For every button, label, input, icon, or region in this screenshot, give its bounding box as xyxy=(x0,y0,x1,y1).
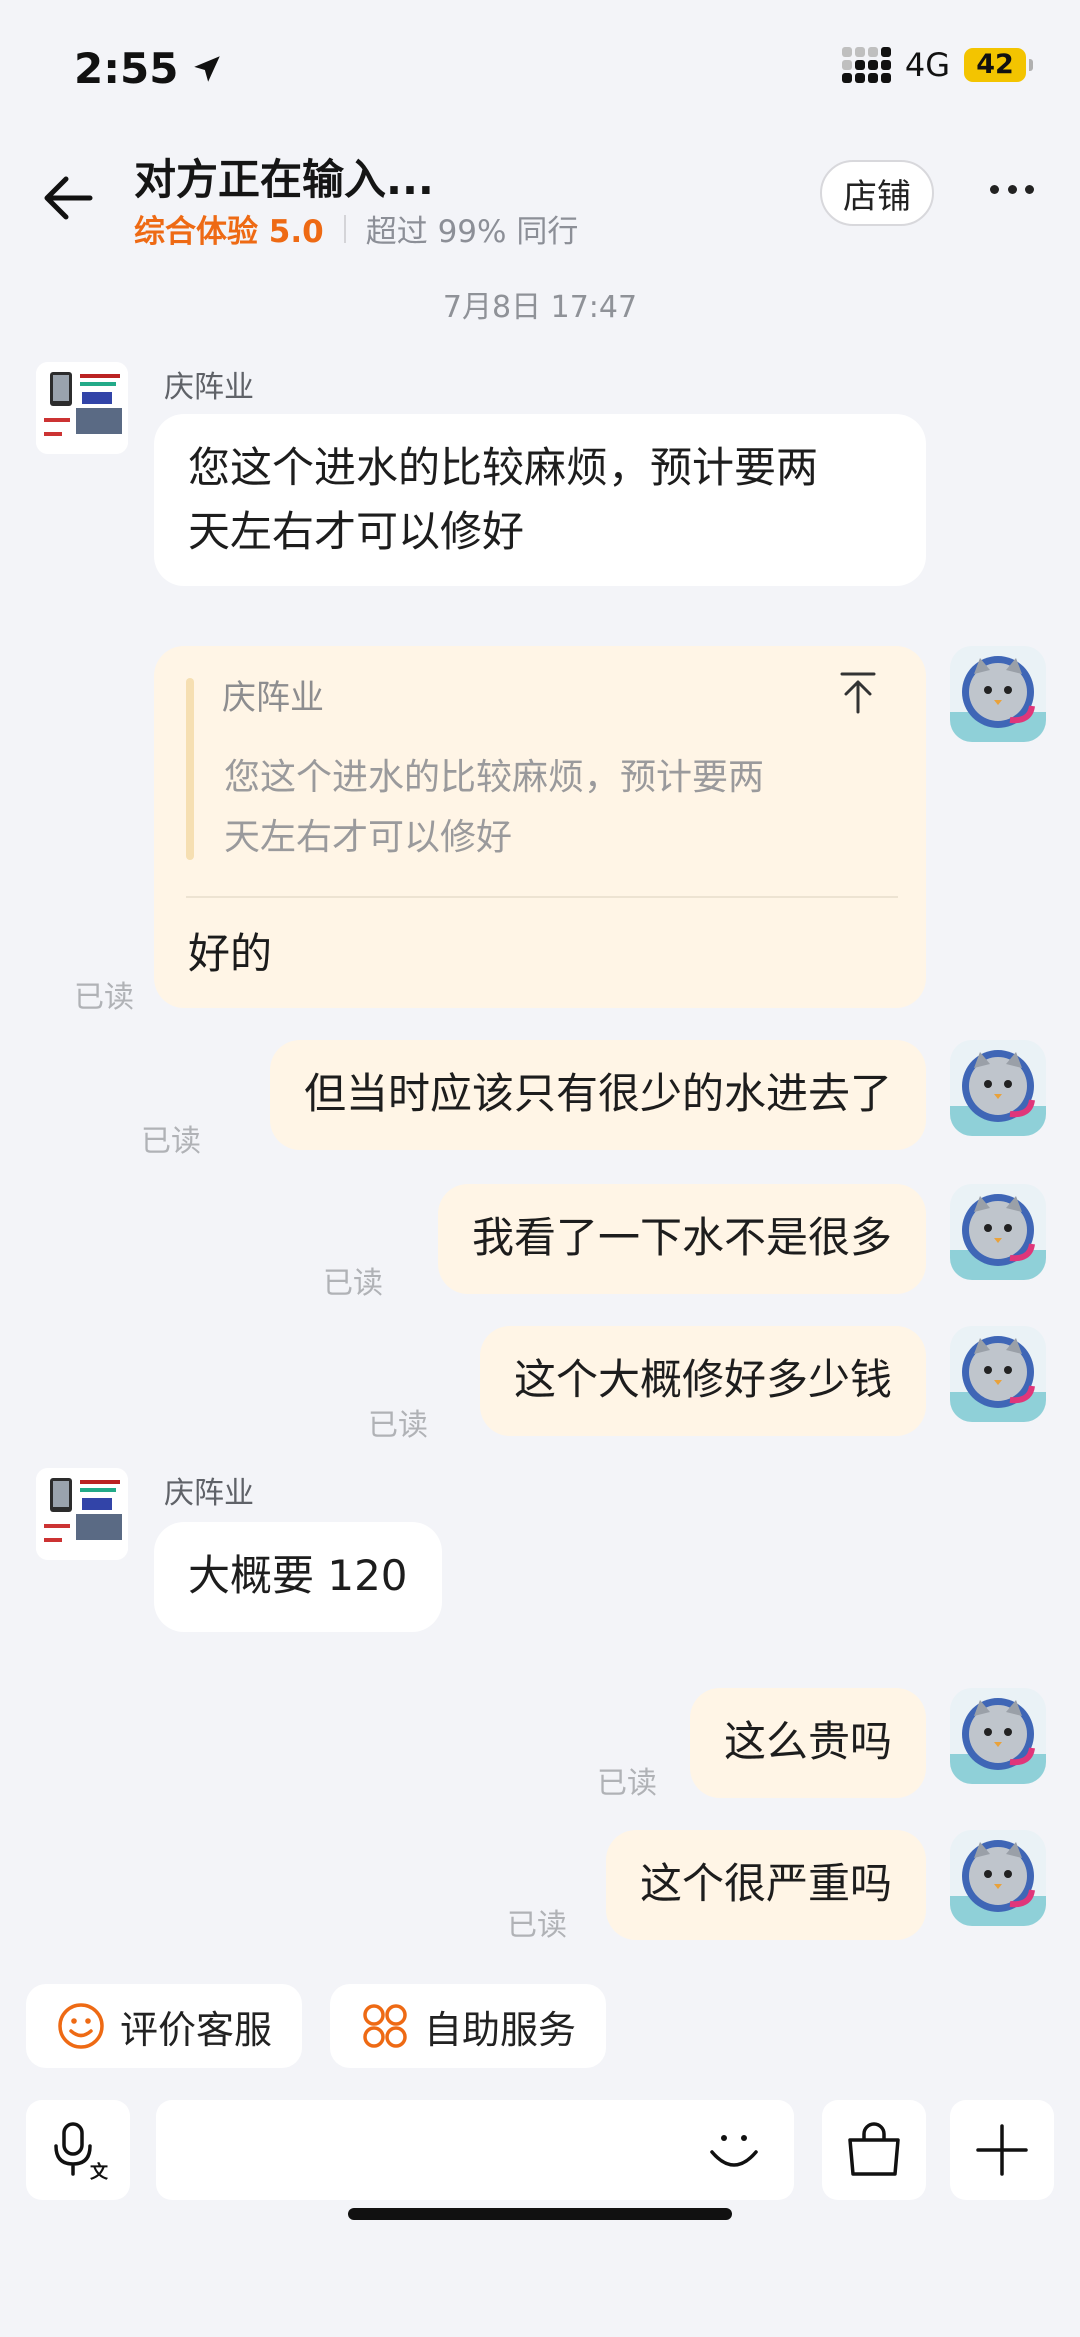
outgoing-message-bubble[interactable]: 这么贵吗 xyxy=(689,1688,926,1798)
self-service-button[interactable]: 自助服务 xyxy=(330,1984,607,2068)
quoted-text-line: 天左右才可以修好 xyxy=(224,817,513,858)
location-arrow-icon xyxy=(194,55,221,82)
read-receipt: 已读 xyxy=(368,1408,428,1443)
more-actions-button[interactable] xyxy=(950,2100,1054,2200)
experience-score: 综合体验 5.0 xyxy=(134,214,324,250)
battery-level: 42 xyxy=(976,49,1014,80)
outgoing-message-bubble[interactable]: 这个大概修好多少钱 xyxy=(479,1326,926,1436)
status-time: 2:55 xyxy=(74,44,224,93)
rate-service-label: 评价客服 xyxy=(120,2007,273,2052)
shopping-bag-icon xyxy=(848,2122,900,2176)
message-text-line: 天左右才可以修好 xyxy=(188,507,525,556)
incoming-message-bubble[interactable]: 大概要 120 xyxy=(154,1522,442,1632)
user-avatar[interactable] xyxy=(950,646,1046,742)
status-time-text: 2:55 xyxy=(74,44,179,93)
seller-avatar[interactable] xyxy=(36,1468,128,1560)
orders-bag-button[interactable] xyxy=(822,2100,926,2200)
incoming-message-bubble[interactable]: 您这个进水的比较麻烦，预计要两 天左右才可以修好 xyxy=(154,414,926,586)
svg-text:文: 文 xyxy=(90,2161,109,2182)
shop-button[interactable]: 店铺 xyxy=(820,160,934,226)
quoted-text: 您这个进水的比较麻烦，预计要两 天左右才可以修好 xyxy=(224,748,764,868)
back-arrow-icon[interactable] xyxy=(38,168,98,228)
emoji-face-icon[interactable] xyxy=(704,2120,764,2180)
read-receipt: 已读 xyxy=(507,1908,567,1943)
user-avatar[interactable] xyxy=(950,1688,1046,1784)
self-service-label: 自助服务 xyxy=(424,2007,577,2052)
smile-icon xyxy=(58,2003,104,2049)
scroll-to-quoted-icon[interactable] xyxy=(838,670,878,714)
read-receipt: 已读 xyxy=(323,1266,383,1301)
quoted-text-line: 您这个进水的比较麻烦，预计要两 xyxy=(224,757,765,798)
quoted-reply-bubble[interactable]: 庆阵业 您这个进水的比较麻烦，预计要两 天左右才可以修好 好的 xyxy=(154,646,926,1008)
self-service-grid-icon xyxy=(363,2004,407,2048)
chat-title: 对方正在输入... xyxy=(134,155,434,204)
user-avatar[interactable] xyxy=(950,1830,1046,1926)
voice-input-button[interactable]: 文 xyxy=(26,2100,130,2200)
read-receipt: 已读 xyxy=(597,1766,657,1801)
user-avatar[interactable] xyxy=(950,1326,1046,1422)
user-avatar[interactable] xyxy=(950,1184,1046,1280)
outgoing-message-bubble[interactable]: 这个很严重吗 xyxy=(605,1830,926,1940)
user-avatar[interactable] xyxy=(950,1040,1046,1136)
home-indicator xyxy=(348,2208,732,2220)
message-sender-name: 庆阵业 xyxy=(164,370,254,405)
plus-icon xyxy=(976,2124,1028,2176)
message-text: 好的 xyxy=(188,929,273,978)
outgoing-message-bubble[interactable]: 我看了一下水不是很多 xyxy=(437,1184,926,1294)
battery-icon: 42 xyxy=(964,48,1033,82)
message-sender-name: 庆阵业 xyxy=(164,1476,254,1511)
quote-divider xyxy=(186,896,898,898)
chat-timestamp: 7月8日 17:47 xyxy=(442,290,638,325)
seller-avatar[interactable] xyxy=(36,362,128,454)
status-indicators: 4G 42 xyxy=(841,46,1033,84)
message-text-line: 您这个进水的比较麻烦，预计要两 xyxy=(188,443,819,492)
network-type: 4G xyxy=(904,46,950,84)
rate-service-button[interactable]: 评价客服 xyxy=(26,1984,303,2068)
quote-accent-bar xyxy=(186,678,194,860)
outgoing-message-bubble[interactable]: 但当时应该只有很少的水进去了 xyxy=(269,1040,926,1150)
cellular-signal-icon xyxy=(841,47,891,83)
peer-ranking: 超过 99% 同行 xyxy=(365,214,579,250)
quoted-sender-name: 庆阵业 xyxy=(222,678,324,718)
message-input[interactable] xyxy=(156,2100,794,2200)
divider xyxy=(343,214,346,243)
more-options-icon[interactable] xyxy=(990,182,1034,196)
read-receipt: 已读 xyxy=(74,980,134,1015)
microphone-translate-icon: 文 xyxy=(54,2122,109,2182)
read-receipt: 已读 xyxy=(141,1124,201,1159)
shop-rating-line: 综合体验 5.0 超过 99% 同行 xyxy=(134,206,578,251)
